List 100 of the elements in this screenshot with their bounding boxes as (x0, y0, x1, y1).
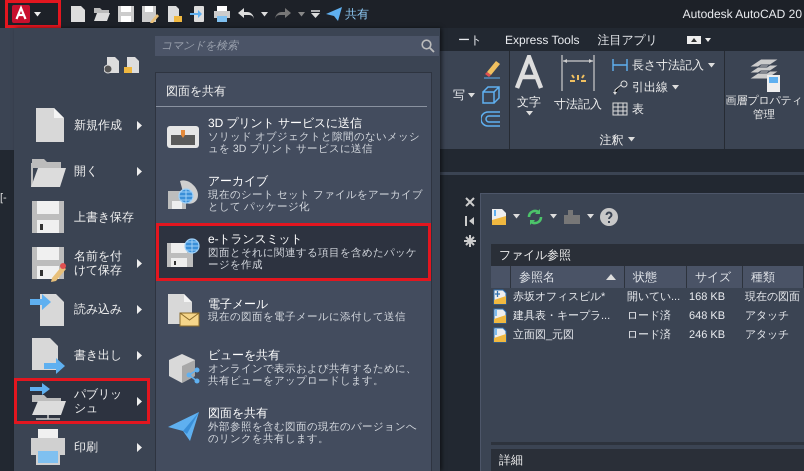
text-tool-icon (514, 55, 544, 90)
layer-properties-button[interactable]: 画層プロパティ管理 (725, 51, 803, 123)
option-description: オンラインで表示および共有するために、共有ビューをアップロードします。 (208, 362, 418, 388)
table-cell-text: 現在の図面 (744, 290, 801, 306)
paper-plane-icon (326, 7, 342, 21)
option-title: ビューを共有 (208, 348, 281, 363)
folder-arrow-icon (28, 381, 68, 421)
table-cell-text: ロード済 (626, 328, 672, 344)
document-envelope-icon (166, 293, 200, 327)
option-description: 外部参照を含む図面の現在のバージョンへのリンクを共有します。 (208, 420, 418, 446)
ribbon-tab[interactable]: 注目アプリ (597, 30, 658, 49)
print-icon[interactable] (213, 5, 231, 23)
caret-icon (628, 137, 634, 142)
close-icon[interactable] (465, 196, 475, 207)
viewport-label: [- (0, 191, 8, 206)
caret-icon (261, 12, 268, 16)
icon-column-header (491, 266, 511, 288)
menu-item[interactable]: 上書き保存 (14, 194, 150, 240)
table-icon (612, 101, 628, 118)
menu-item[interactable]: 新規作成 (14, 102, 150, 148)
caret-icon (526, 111, 532, 116)
leader-icon (612, 79, 628, 96)
dimension-icon (561, 55, 595, 92)
menu-item[interactable]: 読み込み (14, 286, 150, 332)
cube-share-icon (166, 351, 200, 385)
application-menu-button[interactable] (5, 0, 61, 28)
document-folder-icon[interactable] (165, 5, 183, 23)
refresh-icon[interactable] (526, 208, 544, 226)
new-file-icon[interactable] (69, 5, 87, 23)
ribbon-tool[interactable]: 表 (612, 98, 715, 120)
table-cell-text: 建具表・キープラ... (512, 308, 612, 324)
collapse-icon[interactable] (465, 216, 475, 226)
mobile-arrow-icon[interactable] (189, 5, 207, 23)
share-button[interactable]: 共有 (326, 5, 369, 23)
section-title: ファイル参照 (491, 244, 804, 266)
table-cell-text: ロード済 (626, 308, 672, 324)
panel-title-button[interactable]: 注釈 (510, 130, 724, 149)
option-title: 図面を共有 (208, 406, 269, 421)
panel-title: 図面を共有 (156, 73, 427, 107)
linear-dimension-icon (612, 57, 628, 74)
share-option[interactable]: e-トランスミット 図面とそれに関連する項目を含めたパッケージを作成 (156, 223, 431, 281)
table-cell-text: アタッチ (744, 328, 790, 344)
open-documents-icon[interactable] (124, 56, 140, 74)
share-option[interactable]: ビューを共有 オンラインで表示および共有するために、共有ビューをアップロードします。 (156, 339, 431, 397)
column-header[interactable]: 種類 (743, 266, 804, 288)
ribbon-tab[interactable]: ート (458, 30, 482, 49)
box-icon[interactable] (481, 85, 501, 106)
dimension-tool-button[interactable]: 寸法記入 (550, 51, 606, 131)
caret-icon (34, 12, 41, 16)
ribbon-tab[interactable]: Express Tools (505, 30, 580, 49)
caret-icon (550, 214, 557, 220)
menu-item[interactable]: 開く (14, 148, 150, 194)
app-logo-icon (11, 4, 31, 24)
option-title: アーカイブ (208, 174, 269, 189)
text-tool-button[interactable]: 文字 (510, 51, 548, 131)
search-icon (421, 39, 435, 53)
caret-icon (298, 12, 305, 16)
option-title: 電子メール (208, 296, 269, 311)
ribbon-tool[interactable]: 写 (453, 86, 475, 104)
menu-item[interactable]: 書き出し (14, 332, 150, 378)
share-option[interactable]: 電子メール 現在の図面を電子メールに添付して送信 (156, 281, 431, 339)
paper-plane-icon (166, 409, 200, 443)
table-cell-text: 開いてい... (626, 290, 682, 306)
table-cell-text: 赤坂オフィスビル* (512, 290, 606, 306)
settings-icon[interactable] (464, 234, 476, 247)
caret-icon (468, 92, 475, 98)
menu-item[interactable]: 印刷 (14, 424, 150, 470)
share-option[interactable]: 3D プリント サービスに送信 ソリッド オブジェクトと隙間のないメッシュを 3D プリント サービスに送信 (156, 107, 431, 165)
attach-drawing-icon[interactable] (491, 208, 507, 226)
table-cell-text: 立面図_元図 (512, 328, 576, 344)
section-title: 詳細 (491, 448, 804, 471)
sort-ascending-icon (606, 274, 616, 280)
caret-icon (513, 214, 520, 220)
menu-item[interactable]: パブリッシュ (14, 378, 150, 424)
customize-dropdown-icon[interactable] (311, 10, 320, 18)
window-title: Autodesk AutoCAD 20 (682, 6, 803, 23)
table-cell-text: 648 KB (688, 309, 726, 324)
recent-documents-icon[interactable] (104, 56, 120, 74)
open-folder-icon[interactable] (93, 5, 111, 23)
ribbon-tool[interactable]: 引出線 (612, 76, 715, 98)
share-option[interactable]: 図面を共有 外部参照を含む図面の現在のバージョンへのリンクを共有します。 (156, 397, 431, 455)
save-icon[interactable] (117, 5, 135, 23)
option-description: 現在のシート セット ファイルをアーカイブとして パッケージ化 (208, 188, 423, 214)
option-title: e-トランスミット (208, 232, 304, 247)
column-header[interactable]: サイズ (687, 266, 743, 288)
minimize-ribbon-icon[interactable] (687, 34, 712, 45)
share-option[interactable]: アーカイブ 現在のシート セット ファイルをアーカイブとして パッケージ化 (156, 165, 431, 223)
offset-icon[interactable] (481, 111, 501, 128)
help-icon[interactable] (600, 208, 618, 226)
eraser-icon[interactable] (481, 59, 501, 80)
column-header[interactable]: 参照名 (511, 266, 625, 288)
option-description: 図面とそれに関連する項目を含めたパッケージを作成 (208, 246, 418, 272)
option-title: 3D プリント サービスに送信 (208, 116, 364, 131)
ribbon-tool[interactable]: 長さ寸法記入 (612, 54, 715, 76)
table-cell-text: アタッチ (744, 309, 790, 324)
save-as-icon[interactable] (141, 5, 159, 23)
printer-icon (28, 427, 68, 467)
column-header[interactable]: 状態 (625, 266, 687, 288)
current-drawing-icon (493, 289, 507, 306)
menu-item[interactable]: 名前を付けて保存 (14, 240, 150, 286)
